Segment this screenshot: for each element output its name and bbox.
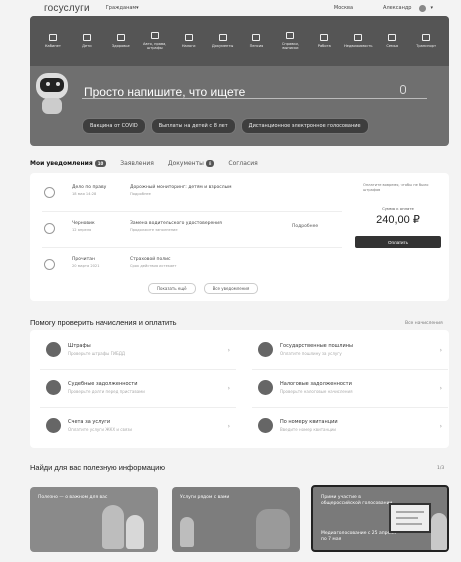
certificate-icon (286, 31, 295, 39)
family-icon (388, 33, 397, 41)
all-notifications-button[interactable]: Все уведомления (203, 283, 259, 294)
ballot-screen-illustration (389, 503, 431, 533)
gosuslugi-logo[interactable]: госуслуги (44, 3, 90, 14)
chevron-right-icon: › (227, 385, 230, 392)
all-charges-link[interactable]: Все начисления (405, 321, 443, 326)
health-icon (116, 33, 125, 41)
court-icon (46, 380, 61, 395)
tab-applications[interactable]: Заявления (120, 160, 154, 167)
fine-icon (46, 342, 61, 357)
check-tile-receipt[interactable]: По номеру квитанции Введите номер квитан… (252, 410, 448, 444)
chevron-right-icon: › (439, 423, 442, 430)
robot-assistant-icon[interactable] (32, 73, 72, 117)
voting-banner[interactable]: Прими участие в общероссийской голосован… (311, 485, 449, 552)
info-icon (44, 187, 55, 198)
notification-item[interactable]: Дело по праву 18 мая 14:28 Дорожный мони… (30, 177, 350, 211)
house-icon (354, 33, 363, 41)
check-tile-fines[interactable]: Штрафы Проверьте штрафы ГИБДД › (40, 334, 236, 368)
hero-panel: Кабинет Дети Здоровье Авто, права, штраф… (30, 16, 449, 146)
info-banner[interactable]: Услуги рядом с вами (172, 487, 300, 552)
duty-icon (258, 342, 273, 357)
check-section-title: Помогу проверить начисления и оплатить (30, 318, 177, 327)
clock-icon (44, 223, 55, 234)
chevron-down-icon: ▾ (136, 5, 139, 11)
notification-links: Показать ещё Все уведомления (148, 283, 259, 294)
person-illustration (180, 517, 194, 547)
user-name[interactable]: Александр (383, 5, 411, 11)
notifications-card: Дело по праву 18 мая 14:28 Дорожный мони… (30, 173, 449, 301)
quick-chip[interactable]: Вакцина от COVID (82, 118, 146, 134)
notification-item[interactable]: Прочитан 20 марта 2021 Страховой полис С… (30, 249, 350, 283)
category-item[interactable]: Здоровье (104, 33, 138, 49)
tax-icon (184, 33, 193, 41)
car-icon (150, 31, 159, 39)
payment-label: Сумма к оплате (382, 206, 414, 212)
category-item[interactable]: Справки, выписки (273, 31, 307, 51)
work-icon (320, 33, 329, 41)
microphone-icon[interactable] (400, 85, 406, 94)
quick-chip[interactable]: Выплаты на детей с 8 лет (150, 118, 236, 134)
quick-chips: Вакцина от COVID Выплаты на детей с 8 ле… (82, 118, 369, 134)
tab-consents[interactable]: Согласия (228, 160, 257, 167)
search-input[interactable]: Просто напишите, что ищете (84, 85, 245, 99)
category-item[interactable]: Документы (206, 33, 240, 49)
category-item[interactable]: Недвижимость (341, 33, 375, 49)
person-illustration (256, 509, 290, 549)
top-bar: госуслуги Гражданам ▾ Москва Александр ▾ (0, 0, 461, 16)
category-item[interactable]: Авто, права, штрафы (138, 31, 172, 51)
chevron-right-icon: › (227, 423, 230, 430)
tab-documents[interactable]: Документы 8 (168, 160, 215, 167)
category-item[interactable]: Кабинет (36, 33, 70, 49)
useful-section-title: Найди для вас полезную информацию (30, 463, 165, 472)
chevron-right-icon: › (439, 385, 442, 392)
document-icon (218, 33, 227, 41)
count-badge: 10 (94, 160, 107, 167)
category-strip: Кабинет Дети Здоровье Авто, права, штраф… (30, 16, 449, 66)
tab-my-notifications[interactable]: Мои уведомления 10 (30, 160, 107, 167)
check-tile-tax[interactable]: Налоговые задолженности Проверьте налого… (252, 372, 448, 406)
check-card: Штрафы Проверьте штрафы ГИБДД › Государс… (30, 330, 449, 448)
category-item[interactable]: Пенсия (240, 33, 274, 49)
payment-amount: 240,00 ₽ (376, 214, 420, 227)
person-illustration (431, 513, 447, 550)
category-item[interactable]: Транспорт (409, 33, 443, 49)
receipt-icon (258, 418, 273, 433)
document-icon (44, 259, 55, 270)
payment-box: Оплатите вовремя, чтобы не было штрафов … (355, 183, 441, 279)
search-underline (82, 98, 427, 99)
person-illustration (102, 505, 124, 549)
child-icon (82, 33, 91, 41)
pension-icon (252, 33, 261, 41)
category-item[interactable]: Дети (70, 33, 104, 49)
person-illustration (126, 515, 144, 549)
chevron-right-icon: › (439, 347, 442, 354)
info-banner[interactable]: Полезно — о важном для вас (30, 487, 158, 552)
user-avatar-icon[interactable] (419, 4, 427, 12)
region-select[interactable]: Москва (334, 5, 353, 11)
show-more-button[interactable]: Показать ещё (148, 283, 196, 294)
payment-note: Оплатите вовремя, чтобы не было штрафов (363, 183, 429, 192)
quick-chip[interactable]: Дистанционное электронное голосование (240, 118, 369, 134)
category-item[interactable]: Семья (375, 33, 409, 49)
notifications-tabs: Мои уведомления 10 Заявления Документы 8 С… (30, 160, 258, 167)
count-badge: 8 (205, 160, 215, 167)
category-item[interactable]: Налоги (172, 33, 206, 49)
check-tile-duties[interactable]: Государственные пошлины Оплатите пошлину… (252, 334, 448, 368)
tax-icon (258, 380, 273, 395)
bill-icon (46, 418, 61, 433)
chevron-right-icon: › (227, 347, 230, 354)
notification-item[interactable]: Черновик 12 апреля Замена водительского … (30, 213, 350, 247)
user-icon (48, 33, 57, 41)
chevron-down-icon[interactable]: ▾ (430, 5, 433, 11)
user-type-select[interactable]: Гражданам (106, 5, 136, 11)
category-item[interactable]: Работа (307, 33, 341, 49)
check-tile-court[interactable]: Судебные задолженности Проверьте долги п… (40, 372, 236, 406)
check-tile-bills[interactable]: Счета за услуги Оплатите услуги ЖКХ и св… (40, 410, 236, 444)
details-button[interactable]: Подробнее (292, 224, 318, 229)
pay-button[interactable]: Оплатить (355, 236, 441, 249)
transport-icon (422, 33, 431, 41)
carousel-pager: 1/3 (437, 466, 445, 471)
